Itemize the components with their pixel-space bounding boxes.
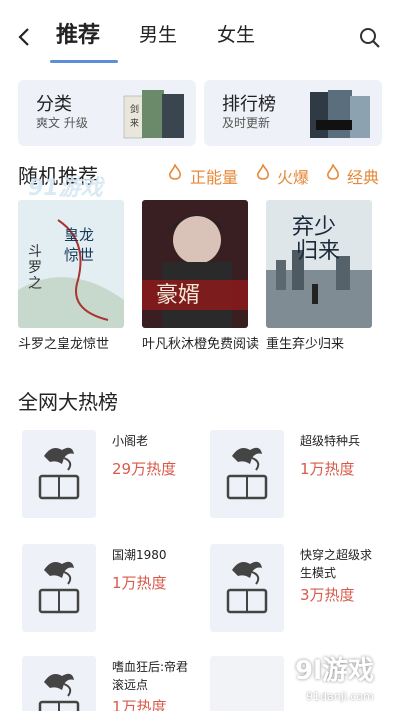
flame-icon: [169, 164, 181, 180]
tag-classic[interactable]: 经典: [347, 164, 379, 188]
book-title[interactable]: 叶凡秋沐橙免费阅读: [142, 336, 260, 354]
svg-text:豪婿: 豪婿: [156, 283, 200, 308]
tag-positive[interactable]: 正能量: [190, 164, 238, 188]
book-placeholder-icon: [38, 673, 80, 711]
book-placeholder[interactable]: [22, 656, 96, 711]
hot-item-name[interactable]: 嗜血狂后:帝君滚远点: [112, 658, 192, 694]
books-stack-icon: [310, 90, 370, 138]
book-placeholder[interactable]: [22, 430, 96, 518]
search-icon[interactable]: [358, 26, 382, 50]
book-placeholder-icon: [38, 561, 80, 614]
book-title[interactable]: 重生弃少归来: [266, 336, 386, 354]
hot-item-heat: 3万热度: [300, 586, 355, 604]
hot-item-name[interactable]: 国潮1980: [112, 546, 192, 564]
book-placeholder[interactable]: [210, 656, 284, 711]
hot-item-name[interactable]: 超级特种兵: [300, 432, 380, 450]
svg-text:惊世: 惊世: [64, 246, 94, 264]
svg-text:弃少: 弃少: [292, 215, 336, 240]
ranking-subtitle: 及时更新: [222, 116, 271, 130]
tab-female[interactable]: 女生: [217, 20, 255, 47]
book-cover[interactable]: 豪婿: [142, 200, 248, 328]
watermark-logo: 9l游戏: [295, 656, 375, 686]
flame-icon: [257, 164, 269, 180]
book-title[interactable]: 斗罗之皇龙惊世: [18, 336, 138, 354]
tag-hot[interactable]: 火爆: [277, 164, 309, 188]
hot-item-heat: 29万热度: [112, 460, 177, 478]
book-cover[interactable]: 斗 罗 之 皇龙 惊世: [18, 200, 124, 328]
watermark-url: 91danji.com: [306, 690, 374, 703]
hot-item-heat: 1万热度: [300, 460, 355, 478]
svg-text:来: 来: [130, 118, 139, 129]
watermark-logo: 91游戏: [28, 176, 103, 201]
book-placeholder-icon: [226, 561, 268, 614]
book-placeholder[interactable]: [22, 544, 96, 632]
back-icon[interactable]: [14, 26, 36, 48]
hot-item-heat: 1万热度: [112, 698, 167, 711]
hot-item-name[interactable]: 快穿之超级求生模式: [300, 546, 380, 582]
book-cover[interactable]: 弃少 归来: [266, 200, 372, 328]
tab-recommend[interactable]: 推荐: [56, 17, 100, 49]
book-placeholder[interactable]: [210, 430, 284, 518]
ranking-title: 排行榜: [222, 94, 276, 115]
ranking-card[interactable]: 排行榜 及时更新: [204, 80, 382, 146]
book-placeholder-icon: [38, 447, 80, 500]
hot-item-heat: 1万热度: [112, 574, 167, 592]
flame-icon: [327, 164, 339, 180]
active-tab-indicator: [50, 60, 118, 63]
svg-text:剑: 剑: [130, 103, 139, 115]
book-placeholder-icon: [226, 447, 268, 500]
top-nav: 推荐 男生 女生: [0, 0, 400, 66]
svg-text:之: 之: [28, 276, 42, 292]
svg-text:罗: 罗: [28, 260, 42, 276]
category-card[interactable]: 分类 爽文 升级 剑 来: [18, 80, 196, 146]
svg-text:斗: 斗: [28, 244, 42, 260]
svg-text:皇龙: 皇龙: [64, 226, 94, 244]
svg-text:归来: 归来: [296, 239, 340, 264]
category-title: 分类: [36, 94, 72, 115]
category-subtitle: 爽文 升级: [36, 116, 88, 130]
hot-section-title: 全网大热榜: [18, 390, 118, 414]
hot-item-name[interactable]: 小阁老: [112, 432, 192, 450]
book-placeholder[interactable]: [210, 544, 284, 632]
tab-male[interactable]: 男生: [139, 20, 177, 47]
books-stack-icon: 剑 来: [123, 90, 184, 139]
